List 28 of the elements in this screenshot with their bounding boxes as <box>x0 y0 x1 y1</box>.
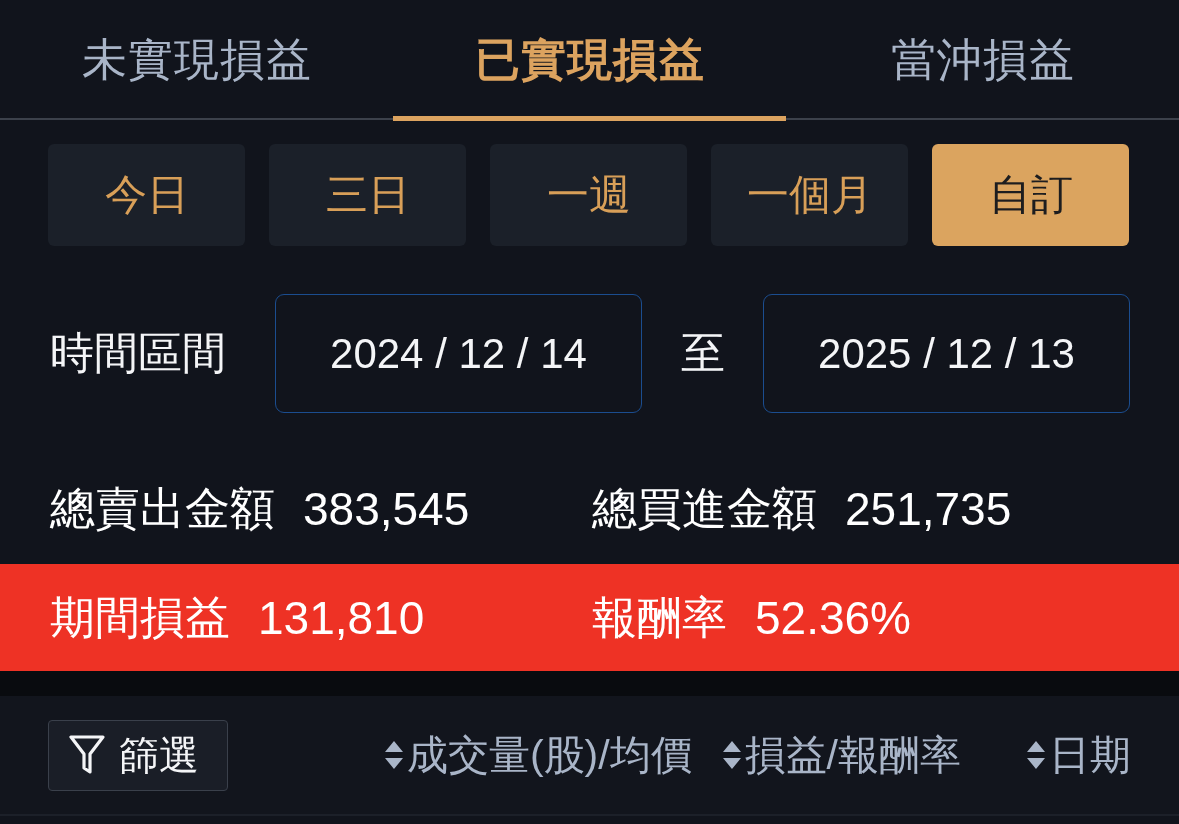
end-date-field[interactable]: 2025 / 12 / 13 <box>763 294 1130 413</box>
total-value: 251,735 <box>845 481 1012 536</box>
tab[interactable]: 未實現損益 <box>0 0 393 121</box>
tab[interactable]: 已實現損益 <box>393 0 786 121</box>
total-label: 總賣出金額 <box>50 481 275 536</box>
period-button[interactable]: 一個月 <box>711 144 908 246</box>
period-button[interactable]: 自訂 <box>932 144 1129 246</box>
period-button[interactable]: 三日 <box>269 144 466 246</box>
tab[interactable]: 當沖損益 <box>786 0 1179 121</box>
sort-header[interactable]: 成交量(股)/均價 <box>383 727 692 783</box>
filter-icon <box>69 734 105 776</box>
summary-label: 報酬率 <box>592 590 727 645</box>
period-button[interactable]: 今日 <box>48 144 245 246</box>
start-date-field[interactable]: 2024 / 12 / 14 <box>275 294 642 413</box>
summary-value: 131,810 <box>258 590 425 645</box>
total-label: 總買進金額 <box>592 481 817 536</box>
filter-button[interactable]: 篩選 <box>48 719 228 791</box>
total-value: 383,545 <box>303 481 470 536</box>
date-range-label: 時間區間 <box>50 327 227 379</box>
summary-label: 期間損益 <box>50 590 230 645</box>
date-separator: 至 <box>679 327 726 379</box>
sort-header[interactable]: 損益/報酬率 <box>721 727 961 783</box>
sort-icon <box>383 740 404 770</box>
sort-icon <box>1026 740 1046 770</box>
summary-value: 52.36% <box>755 590 911 645</box>
period-button[interactable]: 一週 <box>490 144 687 246</box>
sort-header[interactable]: 日期 <box>991 727 1131 783</box>
sort-icon <box>721 740 742 770</box>
